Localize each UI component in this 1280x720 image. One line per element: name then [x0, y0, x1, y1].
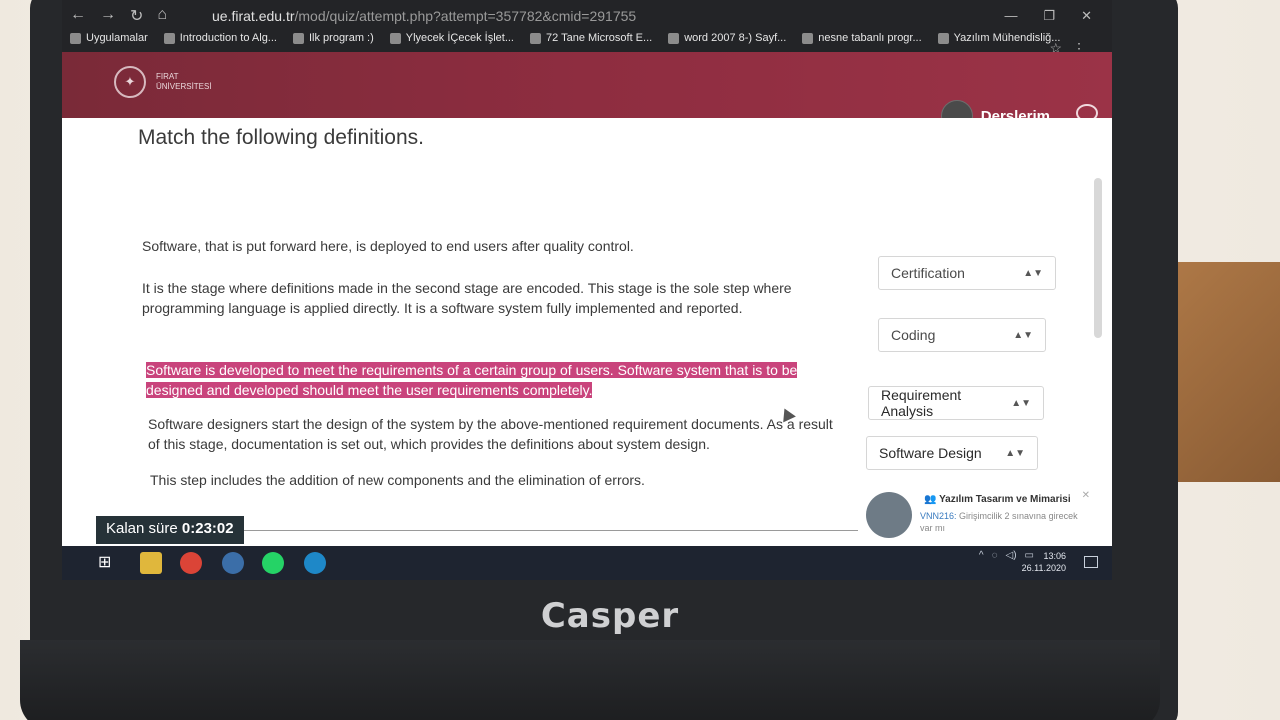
question-title: Match the following definitions.	[138, 126, 424, 149]
site-icon	[389, 32, 401, 44]
bookmark-item[interactable]: Yazılım Mühendisliğ...	[937, 32, 1060, 44]
answer-select[interactable]: Coding ▲▼	[878, 318, 1046, 352]
bookmark-item[interactable]: 72 Tane Microsoft E...	[530, 32, 652, 44]
avatar	[866, 492, 912, 538]
divider	[202, 530, 858, 531]
site-icon	[292, 32, 304, 44]
url-host: ue.firat.edu.tr	[212, 8, 295, 24]
bookmarks-bar: Uygulamalar Introduction to Alg... Ilk p…	[70, 32, 1060, 44]
notification-message: VNN216: Girişimcilik 2 sınavına girecek …	[920, 511, 1078, 533]
minimize-icon[interactable]: —	[1004, 8, 1017, 24]
bookmark-item[interactable]: Ilk program :)	[292, 32, 374, 44]
laptop-base	[20, 640, 1160, 720]
windows-start-icon[interactable]: ⊞	[98, 552, 120, 574]
windows-taskbar: ⊞ ^ ◌ ◁) ▭ 13:06 26.11.2020	[62, 546, 1112, 580]
file-explorer-icon[interactable]	[140, 552, 162, 574]
select-arrow-icon: ▲▼	[1013, 329, 1033, 341]
bookmark-apps[interactable]: Uygulamalar	[70, 32, 148, 44]
select-arrow-icon: ▲▼	[1023, 267, 1043, 279]
match-row-text: Software, that is put forward here, is d…	[142, 238, 634, 254]
address-bar[interactable]: ue.firat.edu.tr/mod/quiz/attempt.php?att…	[212, 8, 636, 24]
taskbar-clock[interactable]: 13:06 26.11.2020	[1022, 550, 1066, 574]
answer-select[interactable]: Software Design ▲▼	[866, 436, 1038, 470]
select-arrow-icon: ▲▼	[1011, 397, 1031, 409]
logo-text: FIRAT ÜNİVERSİTESİ	[156, 72, 212, 91]
maximize-icon[interactable]: ❐	[1043, 8, 1055, 24]
match-row-text: This step includes the addition of new c…	[150, 472, 645, 488]
page-scrollbar[interactable]	[1094, 178, 1102, 338]
quiz-content: Match the following definitions. Softwar…	[62, 118, 1112, 558]
match-row-text: It is the stage where definitions made i…	[142, 280, 792, 316]
reload-icon[interactable]: ↻	[130, 6, 143, 26]
logo-seal-icon: ✦	[114, 66, 146, 98]
edge-icon[interactable]	[304, 552, 326, 574]
browser-chrome: ← → ↻ ⌂ ue.firat.edu.tr/mod/quiz/attempt…	[62, 0, 1112, 56]
back-icon[interactable]: ←	[70, 6, 86, 26]
quiz-timer: Kalan süre 0:23:02	[96, 516, 244, 544]
match-row-text: Software designers start the design of t…	[148, 416, 833, 452]
chrome-icon[interactable]	[180, 552, 202, 574]
whatsapp-icon[interactable]	[262, 552, 284, 574]
chat-notification[interactable]: 👥 Yazılım Tasarım ve Mimarisi VNN216: Gi…	[862, 486, 1102, 546]
tray-chevron-icon[interactable]: ^	[979, 550, 984, 561]
select-arrow-icon: ▲▼	[1005, 447, 1025, 459]
browser-nav: ← → ↻ ⌂	[70, 6, 167, 26]
globe-icon	[163, 32, 175, 44]
bookmark-item[interactable]: nesne tabanlı progr...	[802, 32, 922, 44]
home-icon[interactable]: ⌂	[157, 6, 167, 26]
network-icon[interactable]: ◌	[992, 550, 998, 561]
bookmark-item[interactable]: word 2007 8-) Sayf...	[668, 32, 786, 44]
match-row-text-highlighted: Software is developed to meet the requir…	[146, 362, 798, 398]
window-controls: — ❐ ✕	[1004, 8, 1092, 24]
bookmark-item[interactable]: Introduction to Alg...	[163, 32, 277, 44]
screen: ← → ↻ ⌂ ue.firat.edu.tr/mod/quiz/attempt…	[62, 0, 1112, 580]
bookmark-item[interactable]: Ylyecek İÇecek İşlet...	[389, 32, 514, 44]
forward-icon[interactable]: →	[100, 6, 116, 26]
answer-select[interactable]: Certification ▲▼	[878, 256, 1056, 290]
site-icon	[937, 32, 949, 44]
university-logo[interactable]: ✦ FIRAT ÜNİVERSİTESİ	[114, 66, 212, 98]
apps-icon	[70, 32, 81, 44]
site-icon	[530, 32, 541, 44]
volume-icon[interactable]: ◁)	[1006, 550, 1017, 561]
close-icon[interactable]: ✕	[1082, 490, 1090, 501]
site-icon	[802, 32, 814, 44]
site-icon	[668, 32, 680, 44]
url-path: /mod/quiz/attempt.php?attempt=357782&cmi…	[294, 8, 637, 24]
close-icon[interactable]: ✕	[1081, 8, 1092, 24]
app-icon[interactable]	[222, 552, 244, 574]
notification-title: 👥 Yazılım Tasarım ve Mimarisi	[924, 494, 1071, 505]
action-center-icon[interactable]	[1084, 556, 1098, 568]
laptop-brand: Casper	[540, 596, 680, 636]
answer-select[interactable]: Requirement Analysis ▲▼	[868, 386, 1044, 420]
